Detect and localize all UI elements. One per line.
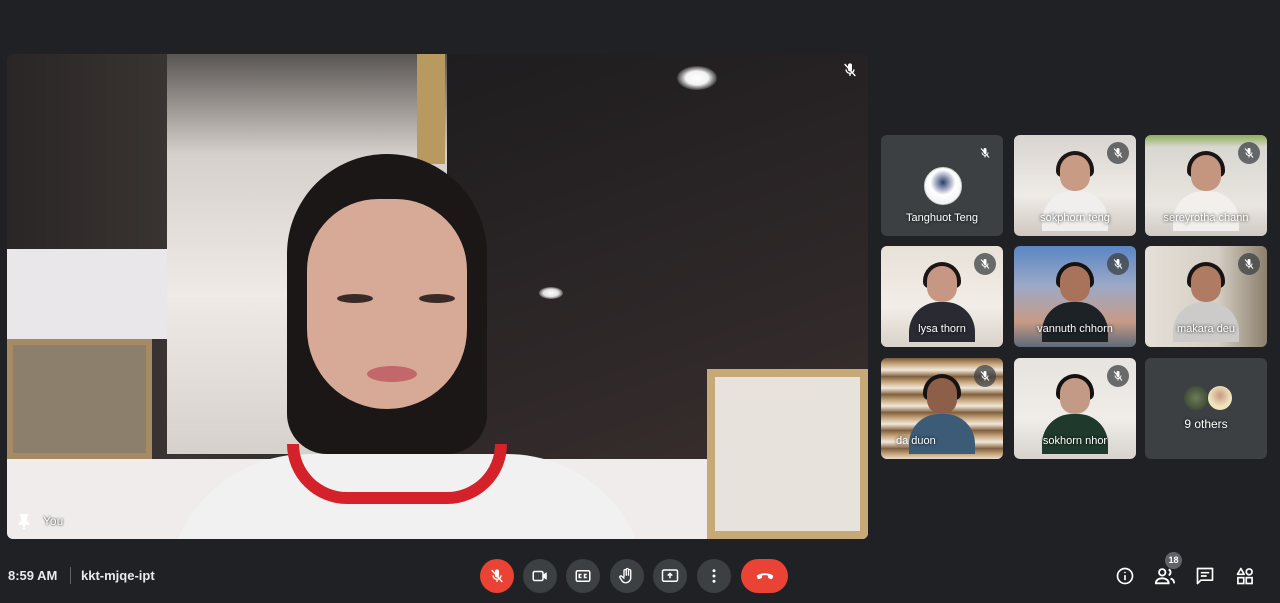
mic-off-icon [491, 569, 503, 583]
participant-name: Tanghuot Teng [906, 212, 978, 224]
avatar [924, 167, 962, 205]
avatar [1207, 385, 1233, 411]
background-pillar [417, 54, 445, 164]
participant-tile[interactable]: makara deu [1145, 246, 1267, 347]
background-photo-frame [7, 339, 152, 459]
participant-name: lysa thorn [918, 323, 966, 335]
mic-off-icon [1238, 253, 1260, 275]
leave-call-button[interactable] [741, 559, 788, 593]
meeting-details-button[interactable] [1113, 564, 1137, 588]
participant-name: sokhorn nhor [1042, 435, 1108, 447]
participant-tile[interactable]: vannuth chhorn [1014, 246, 1136, 347]
hang-up-icon [756, 573, 773, 580]
participant-tile[interactable]: da duon [881, 358, 1003, 459]
meeting-code: kkt-mjqe-ipt [81, 568, 155, 583]
mic-off-icon [844, 63, 856, 77]
raise-hand-button[interactable] [610, 559, 644, 593]
mic-off-icon [974, 142, 996, 164]
camera-icon [532, 570, 547, 582]
participant-tile[interactable]: sokphorn teng [1014, 135, 1136, 236]
captions-icon [575, 570, 591, 582]
self-name: You [43, 514, 64, 528]
participant-tile[interactable]: lysa thorn [881, 246, 1003, 347]
info-icon [1116, 567, 1134, 585]
raise-hand-icon [619, 567, 632, 584]
participant-name: da duon [896, 435, 936, 447]
ceiling-light [677, 66, 717, 90]
meeting-time: 8:59 AM [8, 568, 58, 583]
mic-off-icon [1107, 142, 1129, 164]
activities-icon [1236, 567, 1253, 585]
chat-button[interactable] [1193, 564, 1217, 588]
participant-name: sokphorn teng [1040, 212, 1110, 224]
others-count-label: 9 others [1184, 417, 1228, 431]
divider [70, 567, 71, 584]
more-options-button[interactable] [697, 559, 731, 593]
activities-button[interactable] [1233, 564, 1257, 588]
mic-off-icon [1107, 253, 1129, 275]
chat-icon [1196, 567, 1214, 585]
background-sign [7, 249, 167, 339]
pin-icon[interactable] [17, 513, 31, 529]
participant-name: vannuth chhorn [1037, 323, 1113, 335]
participant-tile[interactable]: sereyrotha chann [1145, 135, 1267, 236]
mic-off-icon [1238, 142, 1260, 164]
captions-button[interactable] [566, 559, 600, 593]
people-count-badge: 18 [1165, 552, 1182, 569]
others-tile[interactable]: 9 others [1145, 358, 1267, 459]
bottom-control-bar: 8:59 AM kkt-mjqe-ipt 18 [0, 548, 1280, 603]
participant-name: makara deu [1176, 323, 1236, 335]
main-video-tile[interactable]: You [7, 54, 868, 539]
mic-off-icon [1107, 365, 1129, 387]
avatar [1183, 385, 1209, 411]
mic-off-icon [974, 253, 996, 275]
others-avatars [1183, 385, 1233, 411]
main-participant-video [157, 154, 647, 539]
microphone-toggle-button[interactable] [480, 559, 514, 593]
present-screen-button[interactable] [653, 559, 687, 593]
participant-name: sereyrotha chann [1163, 212, 1249, 224]
present-screen-icon [661, 569, 679, 582]
more-options-icon [712, 569, 716, 583]
mic-off-icon [974, 365, 996, 387]
self-label: You [17, 513, 63, 529]
participant-tile[interactable]: Tanghuot Teng [881, 135, 1003, 236]
background-frame [707, 369, 868, 539]
participant-tile[interactable]: sokhorn nhor [1014, 358, 1136, 459]
camera-toggle-button[interactable] [523, 559, 557, 593]
